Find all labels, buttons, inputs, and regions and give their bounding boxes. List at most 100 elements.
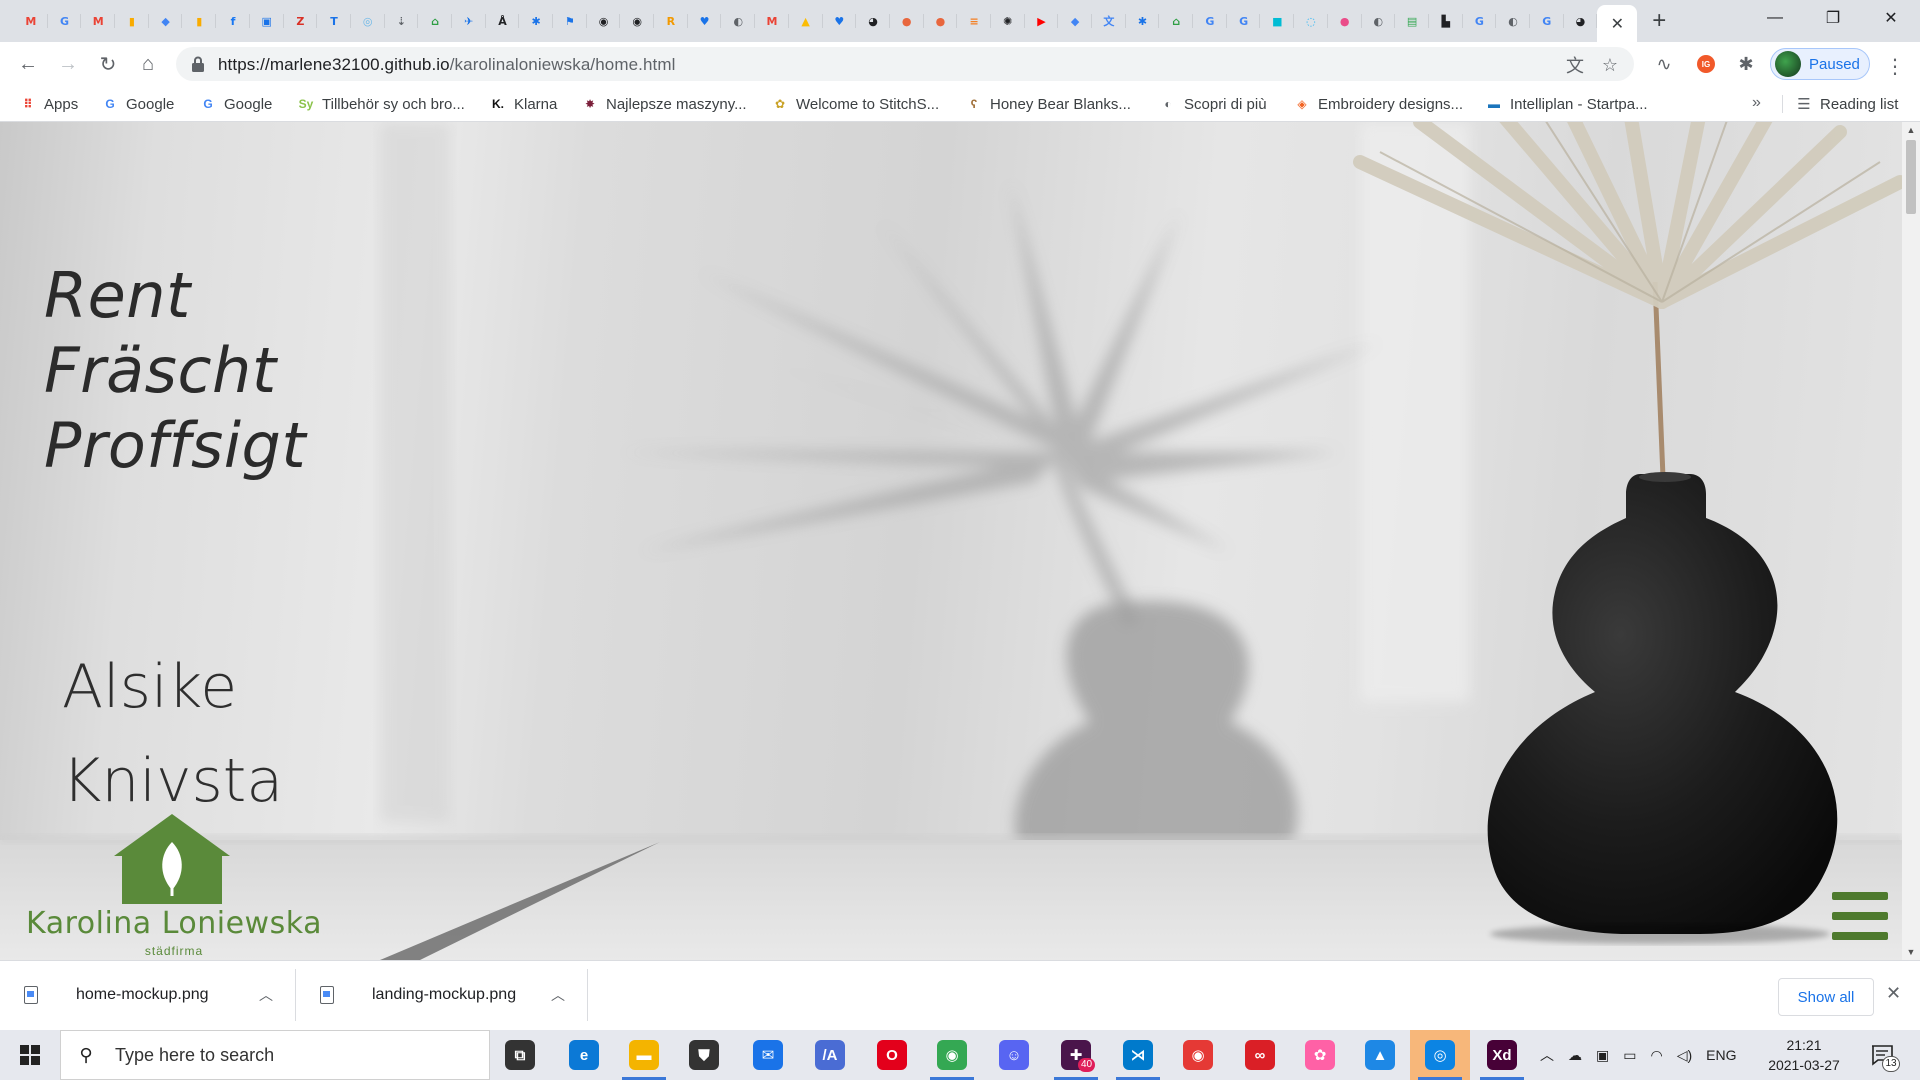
bookmark-item[interactable]: ʕ Honey Bear Blanks... <box>966 93 1131 115</box>
more-menu-icon[interactable]: ⋮ <box>1880 54 1910 78</box>
browser-tab[interactable]: M <box>81 5 115 37</box>
taskbar-app[interactable]: ⋊ <box>1108 1030 1168 1080</box>
restore-icon[interactable]: ❐ <box>1804 0 1862 36</box>
browser-tab[interactable]: ⌂ <box>418 5 452 37</box>
bookmark-item[interactable]: G Google <box>102 93 174 115</box>
taskbar-app[interactable]: ⧉ <box>490 1030 550 1080</box>
browser-tab[interactable]: M <box>14 5 48 37</box>
bookmark-item[interactable]: ✿ Welcome to StitchS... <box>772 93 939 115</box>
taskbar-app[interactable]: ▬ <box>614 1030 674 1080</box>
bookmark-item[interactable]: ✸ Najlepsze maszyny... <box>582 93 747 115</box>
active-tab[interactable]: ✕ <box>1597 5 1638 42</box>
taskbar-app[interactable]: O <box>862 1030 922 1080</box>
browser-tab[interactable]: ● <box>924 5 958 37</box>
home-icon[interactable]: ⌂ <box>132 48 164 80</box>
reading-list-button[interactable]: ☰ Reading list <box>1796 93 1898 115</box>
browser-tab[interactable]: ◌ <box>1294 5 1328 37</box>
address-bar[interactable]: https://marlene32100.github.io/karolinal… <box>176 47 1634 81</box>
close-window-icon[interactable]: ✕ <box>1862 0 1920 36</box>
browser-tab[interactable]: ◕ <box>856 5 890 37</box>
taskbar-app[interactable]: ▲ <box>1350 1030 1410 1080</box>
browser-tab[interactable]: ● <box>890 5 924 37</box>
language-indicator[interactable]: ENG <box>1706 1047 1736 1063</box>
bookmark-item[interactable]: K. Klarna <box>490 93 557 115</box>
chevron-up-icon[interactable]: ︿ <box>551 985 565 1005</box>
close-tab-icon[interactable]: ✕ <box>1611 14 1624 34</box>
taskbar-app[interactable]: ⛊ <box>674 1030 734 1080</box>
minimize-icon[interactable]: — <box>1746 0 1804 36</box>
taskbar-app[interactable]: ✿ <box>1290 1030 1350 1080</box>
show-hidden-icons-icon[interactable]: ︿ <box>1540 1045 1554 1065</box>
extensions-puzzle-icon[interactable]: ✱ <box>1734 52 1758 76</box>
browser-tab[interactable]: ◆ <box>149 5 183 37</box>
taskbar-app[interactable]: ◎ <box>1410 1030 1470 1080</box>
browser-tab[interactable]: G <box>1227 5 1261 37</box>
browser-tab[interactable]: G <box>1193 5 1227 37</box>
chevron-up-icon[interactable]: ︿ <box>259 985 273 1005</box>
bookmark-item[interactable]: ◈ Embroidery designs... <box>1294 93 1463 115</box>
browser-tab[interactable]: ● <box>1328 5 1362 37</box>
bookmark-item[interactable]: ◐ Scopri di più <box>1160 93 1266 115</box>
browser-tab[interactable]: ✱ <box>1126 5 1160 37</box>
browser-tab[interactable]: ◕ <box>1564 5 1598 37</box>
browser-tab[interactable]: ◎ <box>351 5 385 37</box>
browser-tab[interactable]: ◉ <box>620 5 654 37</box>
forward-arrow-icon[interactable]: → <box>52 48 84 80</box>
action-center-button[interactable]: 13 <box>1868 1040 1900 1072</box>
page-scrollbar[interactable]: ▲ ▼ <box>1902 122 1920 960</box>
meet-now-icon[interactable]: ▣ <box>1596 1047 1609 1064</box>
browser-tab[interactable]: ⚑ <box>553 5 587 37</box>
browser-tab[interactable]: ▮ <box>182 5 216 37</box>
taskbar-app[interactable]: ◉ <box>922 1030 982 1080</box>
browser-tab[interactable]: Å <box>486 5 520 37</box>
taskbar-app[interactable]: ✉ <box>738 1030 798 1080</box>
download-item[interactable]: landing-mockup.png ︿ <box>296 969 588 1021</box>
clock[interactable]: 21:21 2021-03-27 <box>1756 1035 1852 1075</box>
browser-tab[interactable]: ◐ <box>1362 5 1396 37</box>
pulse-icon[interactable]: ∿ <box>1652 52 1676 76</box>
browser-tab[interactable]: 文 <box>1092 5 1126 37</box>
browser-tab[interactable]: Z <box>284 5 318 37</box>
new-tab-button[interactable]: + <box>1643 5 1675 37</box>
taskbar-app[interactable]: ✚ 40 <box>1046 1030 1106 1080</box>
close-icon[interactable]: ✕ <box>1886 983 1901 1004</box>
profile-button[interactable]: Paused <box>1770 48 1870 80</box>
taskbar-app[interactable]: e <box>554 1030 614 1080</box>
browser-tab[interactable]: ■ <box>1260 5 1294 37</box>
scroll-up-icon[interactable]: ▲ <box>1902 122 1920 138</box>
taskbar-app[interactable]: ∞ <box>1230 1030 1290 1080</box>
bookmark-item[interactable]: G Google <box>200 93 272 115</box>
taskbar-app[interactable]: ☺ <box>984 1030 1044 1080</box>
browser-tab[interactable]: ♥ <box>688 5 722 37</box>
bookmark-item[interactable]: Sy Tillbehör sy och bro... <box>298 93 465 115</box>
browser-tab[interactable]: ◆ <box>1058 5 1092 37</box>
browser-tab[interactable]: M <box>755 5 789 37</box>
browser-tab[interactable]: ✺ <box>991 5 1025 37</box>
browser-tab[interactable]: ✱ <box>519 5 553 37</box>
browser-tab[interactable]: ▤ <box>1395 5 1429 37</box>
back-arrow-icon[interactable]: ← <box>12 48 44 80</box>
browser-tab[interactable]: ▮ <box>115 5 149 37</box>
browser-tab[interactable]: ⌂ <box>1159 5 1193 37</box>
browser-tab[interactable]: G <box>1463 5 1497 37</box>
taskbar-app[interactable]: /A <box>800 1030 860 1080</box>
reload-icon[interactable]: ↻ <box>92 48 124 80</box>
download-item[interactable]: home-mockup.png ︿ <box>0 969 296 1021</box>
wifi-icon[interactable]: ◠ <box>1650 1047 1662 1064</box>
translate-icon[interactable]: 文 <box>1564 54 1586 76</box>
browser-tab[interactable]: G <box>1530 5 1564 37</box>
bookmark-item[interactable]: ▬ Intelliplan - Startpa... <box>1486 93 1648 115</box>
browser-tab[interactable]: ✈ <box>452 5 486 37</box>
bookmark-star-icon[interactable]: ☆ <box>1599 54 1621 76</box>
hamburger-menu-icon[interactable] <box>1832 892 1888 942</box>
battery-icon[interactable]: ▭ <box>1623 1047 1636 1064</box>
browser-tab[interactable]: G <box>48 5 82 37</box>
browser-tab[interactable]: ▲ <box>789 5 823 37</box>
company-logo[interactable]: Karolina Loniewska städfirma <box>24 812 324 958</box>
browser-tab[interactable]: ♥ <box>823 5 857 37</box>
bookmark-item[interactable]: ⠿ Apps <box>20 93 78 115</box>
browser-tab[interactable]: ◐ <box>1496 5 1530 37</box>
browser-tab[interactable]: f <box>216 5 250 37</box>
volume-icon[interactable]: ◁) <box>1677 1047 1692 1064</box>
start-button[interactable] <box>0 1030 60 1080</box>
